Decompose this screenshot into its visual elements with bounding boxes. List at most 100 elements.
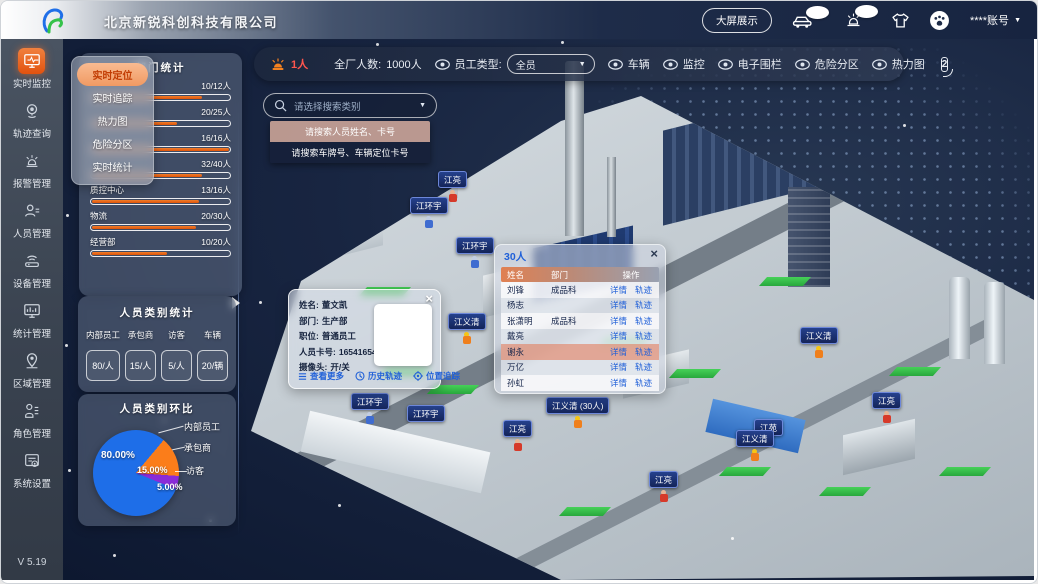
action-label: 查看更多 (310, 370, 344, 382)
employee-type-label: 员工类型: (455, 56, 502, 72)
alarm-alert-icon[interactable] (845, 12, 862, 28)
map-entity[interactable]: 江义清 (30人) (546, 397, 609, 428)
track-link[interactable]: 轨迹 (635, 284, 652, 296)
dept-bar-track (90, 198, 231, 205)
action-locate-button[interactable]: 位置追踪 (413, 370, 460, 382)
dept-bar-fill (92, 226, 196, 229)
search-input[interactable]: 请选择搜索类别 ▼ (263, 93, 437, 118)
track-link[interactable]: 轨迹 (635, 330, 652, 342)
sidebar-item-5[interactable]: 设备管理 (13, 248, 51, 290)
table-row[interactable]: 张潇明成品科详情轨迹 (501, 313, 659, 329)
view-2d-toggle[interactable]: 2 (941, 57, 949, 72)
layer-toggle-3[interactable]: 危险分区 (795, 56, 859, 72)
sidebar-item-label: 统计管理 (13, 326, 51, 340)
menu-item[interactable]: 实时定位 (77, 63, 148, 86)
sidebar-item-1[interactable]: 实时监控 (13, 48, 51, 90)
menu-item[interactable]: 实时统计 (77, 155, 148, 178)
map-entity[interactable]: 江义清 (800, 327, 838, 358)
sidebar-item-label: 轨迹查询 (13, 126, 51, 140)
sidebar-item-4[interactable]: 人员管理 (13, 198, 51, 240)
track-link[interactable]: 轨迹 (635, 315, 652, 327)
detail-link[interactable]: 详情 (610, 299, 627, 311)
paw-icon[interactable] (929, 10, 950, 31)
map-entity[interactable]: 江义清 (448, 313, 486, 344)
sidebar-item-label: 设备管理 (13, 276, 51, 290)
field-label: 人员卡号: (299, 347, 336, 357)
map-entity[interactable]: 江亮 (872, 392, 901, 423)
map-entity[interactable]: 江亮 (649, 471, 678, 502)
track-link[interactable]: 轨迹 (635, 299, 652, 311)
person-name: 张潇明 (501, 315, 551, 327)
action-menu-button[interactable]: 查看更多 (298, 370, 344, 382)
employee-type-select[interactable]: 全员 ▼ (507, 54, 595, 74)
eye-icon (718, 59, 733, 70)
toggle-label: 电子围栏 (738, 56, 782, 72)
panel-title: 人员类别统计 (86, 305, 228, 320)
dept-bar-fill (92, 252, 167, 255)
category-col: 内部员工80/人 (86, 329, 120, 381)
table-row[interactable]: 万亿详情轨迹 (501, 360, 659, 376)
menu-item[interactable]: 实时追踪 (77, 86, 148, 109)
column-header: 部门 (551, 269, 603, 281)
map-entity[interactable]: 江义清 (736, 430, 774, 461)
layer-toggle-0[interactable]: 车辆 (608, 56, 650, 72)
map-entity-label: 江环宇 (410, 197, 448, 214)
sidebar-item-2[interactable]: 轨迹查询 (13, 98, 51, 140)
sidebar-item-6[interactable]: 统计管理 (13, 298, 51, 340)
map-entity[interactable]: 江环宇 (410, 197, 448, 228)
search-option[interactable]: 请搜索车牌号、车辆定位卡号 (270, 142, 430, 163)
history-icon (355, 371, 365, 381)
detail-link[interactable]: 详情 (610, 346, 627, 358)
layer-toggle-2[interactable]: 电子围栏 (718, 56, 782, 72)
map-toolbar: 1人 全厂人数: 1000人 员工类型: 全员 ▼ 车辆监控电子围栏危险分区热力… (254, 47, 904, 81)
table-header: 姓名部门操作 (501, 267, 659, 282)
shirt-icon[interactable] (892, 13, 909, 28)
category-value: 20/辆 (197, 350, 228, 381)
layer-toggle-1[interactable]: 监控 (663, 56, 705, 72)
table-row[interactable]: 戴亮详情轨迹 (501, 329, 659, 345)
table-row[interactable]: 谢永详情轨迹 (501, 344, 659, 360)
table-row[interactable]: 孙虹详情轨迹 (501, 375, 659, 391)
table-row[interactable]: 杨志详情轨迹 (501, 298, 659, 314)
big-screen-button[interactable]: 大屏展示 (702, 8, 772, 33)
eye-icon (608, 59, 623, 70)
close-icon[interactable]: × (650, 246, 658, 262)
app-header: 北京新锐科创科技有限公司 大屏展示 ****账号 ▼ (1, 1, 1037, 39)
table-row[interactable]: 刘锋成品科详情轨迹 (501, 282, 659, 298)
dept-bar-row: 物流20/30人 (90, 212, 231, 231)
menu-item[interactable]: 危险分区 (77, 132, 148, 155)
field-label: 姓名: (299, 300, 319, 310)
eye-icon (435, 59, 450, 70)
detail-link[interactable]: 详情 (610, 330, 627, 342)
track-link[interactable]: 轨迹 (635, 346, 652, 358)
search-option[interactable]: 请搜索人员姓名、卡号 (270, 121, 430, 142)
map-entity[interactable]: 江环宇 (456, 237, 494, 268)
detail-link[interactable]: 详情 (610, 377, 627, 389)
map-entity[interactable]: 江环宇 (407, 405, 445, 422)
track-link[interactable]: 轨迹 (635, 377, 652, 389)
sidebar-item-3[interactable]: 报警管理 (13, 148, 51, 190)
sidebar-item-8[interactable]: 角色管理 (13, 398, 51, 440)
detail-link[interactable]: 详情 (610, 284, 627, 296)
worker-body (471, 260, 479, 268)
company-name: 北京新锐科创科技有限公司 (104, 12, 278, 31)
row-operations: 详情轨迹 (603, 361, 659, 373)
layer-toggle-4[interactable]: 热力图 (872, 56, 925, 72)
person-photo (374, 304, 432, 366)
sidebar: 实时监控轨迹查询报警管理人员管理设备管理统计管理区域管理角色管理系统设置 V 5… (1, 39, 63, 580)
legend-item: 访客 (186, 464, 204, 477)
sidebar-item-9[interactable]: 系统设置 (13, 448, 51, 490)
menu-item[interactable]: 热力图 (77, 109, 148, 132)
action-history-button[interactable]: 历史轨迹 (355, 370, 402, 382)
vehicle-alert-icon[interactable] (792, 13, 813, 28)
map-entity-label: 江亮 (872, 392, 901, 409)
map-entity[interactable]: 江环宇 (351, 393, 389, 424)
sidebar-item-7[interactable]: 区域管理 (13, 348, 51, 390)
detail-link[interactable]: 详情 (610, 361, 627, 373)
map-entity[interactable]: 江亮 (503, 420, 532, 451)
worker-body (366, 416, 374, 424)
track-link[interactable]: 轨迹 (635, 361, 652, 373)
detail-link[interactable]: 详情 (610, 315, 627, 327)
account-menu[interactable]: ****账号 ▼ (970, 12, 1021, 28)
alarm-indicator[interactable]: 1人 (270, 56, 308, 72)
